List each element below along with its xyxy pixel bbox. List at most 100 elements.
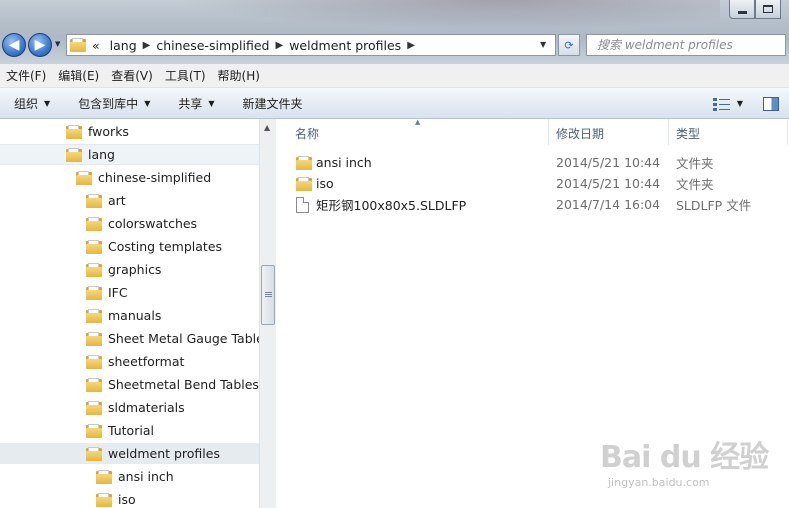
- tree-item[interactable]: graphics: [0, 259, 259, 280]
- scrollbar-thumb[interactable]: [261, 265, 275, 325]
- navigation-pane: fworks lang chinese-simplified art colorswat…: [0, 119, 276, 508]
- menu-view[interactable]: 查看(V): [105, 67, 159, 84]
- chevron-down-icon: ▼: [144, 98, 151, 108]
- navigation-scrollbar[interactable]: ▲: [259, 119, 276, 508]
- sort-ascending-icon: ▲: [415, 118, 421, 126]
- tree-item-label: Costing templates: [108, 239, 223, 254]
- tree-item-label: manuals: [108, 308, 162, 323]
- file-name: 矩形钢100x80x5.SLDLFP: [316, 198, 467, 213]
- menu-tools[interactable]: 工具(T): [159, 67, 212, 84]
- file-type: 文件夹: [676, 156, 714, 171]
- column-header-name[interactable]: 名称: [295, 123, 319, 143]
- tree-item[interactable]: chinese-simplified: [0, 167, 259, 188]
- forward-button[interactable]: ▶: [28, 33, 52, 57]
- tree-item[interactable]: iso: [0, 489, 259, 508]
- tree-item[interactable]: Tutorial: [0, 420, 259, 441]
- breadcrumb-chinese-simplified[interactable]: chinese-simplified: [156, 38, 269, 53]
- column-divider[interactable]: [548, 119, 549, 145]
- folder-icon: [96, 492, 112, 507]
- folder-icon: [86, 377, 102, 392]
- tree-item[interactable]: Sheetmetal Bend Tables: [0, 374, 259, 395]
- file-date-modified: 2014/7/14 16:04: [556, 197, 661, 212]
- maximize-button[interactable]: [755, 0, 781, 19]
- tree-item[interactable]: lang: [0, 144, 259, 165]
- folder-icon: [86, 308, 102, 323]
- column-header-type[interactable]: 类型: [676, 123, 700, 143]
- chevron-right-icon[interactable]: ▶: [276, 40, 284, 51]
- chevron-right-icon[interactable]: ▶: [407, 40, 415, 51]
- refresh-button[interactable]: ⟳: [558, 34, 580, 56]
- organize-button[interactable]: 组织 ▼: [0, 88, 64, 118]
- maximize-icon: [763, 5, 773, 13]
- breadcrumb-weldment-profiles[interactable]: weldment profiles: [289, 38, 401, 53]
- chevron-down-icon: ▼: [208, 98, 215, 108]
- change-view-icon[interactable]: [712, 97, 731, 111]
- file-name-cell[interactable]: iso: [296, 173, 334, 194]
- tree-item[interactable]: sldmaterials: [0, 397, 259, 418]
- share-label: 共享: [178, 96, 203, 111]
- tree-item[interactable]: Costing templates: [0, 236, 259, 257]
- recent-pages-dropdown[interactable]: ▼: [55, 40, 60, 48]
- column-header-date-modified[interactable]: 修改日期: [556, 123, 604, 143]
- back-arrow-icon: ◀: [8, 37, 20, 53]
- column-divider[interactable]: [787, 119, 788, 145]
- titlebar-background: [180, 0, 720, 30]
- tree-item[interactable]: IFC: [0, 282, 259, 303]
- file-name-cell[interactable]: 矩形钢100x80x5.SLDLFP: [296, 194, 466, 215]
- address-bar[interactable]: « lang ▶ chinese-simplified ▶ weldment p…: [66, 34, 556, 56]
- tree-item[interactable]: colorswatches: [0, 213, 259, 234]
- tree-item-label: sheetformat: [108, 354, 185, 369]
- command-toolbar: 组织 ▼ 包含到库中 ▼ 共享 ▼ 新建文件夹 ▼: [0, 88, 789, 119]
- address-overflow[interactable]: «: [92, 38, 100, 53]
- tree-item-label: Sheetmetal Bend Tables: [108, 377, 259, 392]
- file-date-modified: 2014/5/21 10:44: [556, 155, 661, 170]
- new-folder-button[interactable]: 新建文件夹: [229, 88, 317, 118]
- file-row[interactable]: iso 2014/5/21 10:44 文件夹: [277, 173, 789, 194]
- minimize-button[interactable]: [729, 0, 755, 19]
- tree-item-label: chinese-simplified: [98, 170, 212, 185]
- folder-icon: [66, 147, 82, 162]
- tree-item[interactable]: weldment profiles: [0, 443, 259, 464]
- tree-item[interactable]: Sheet Metal Gauge Tables: [0, 328, 270, 349]
- file-name-cell[interactable]: ansi inch: [296, 152, 372, 173]
- breadcrumb-lang[interactable]: lang: [110, 38, 137, 53]
- folder-icon: [296, 155, 312, 170]
- menu-file[interactable]: 文件(F): [0, 67, 52, 84]
- tree-item[interactable]: fworks: [0, 121, 259, 142]
- search-input[interactable]: 搜索 weldment profiles: [586, 34, 786, 56]
- refresh-icon: ⟳: [564, 38, 574, 52]
- tree-item-label: fworks: [88, 124, 129, 139]
- folder-icon: [86, 354, 102, 369]
- file-row[interactable]: ansi inch 2014/5/21 10:44 文件夹: [277, 152, 789, 173]
- folder-icon: [86, 262, 102, 277]
- document-icon: [296, 196, 309, 213]
- folder-icon: [86, 285, 102, 300]
- preview-pane-icon[interactable]: [763, 96, 779, 111]
- column-divider[interactable]: [668, 119, 669, 145]
- folder-icon: [96, 469, 112, 484]
- tree-item[interactable]: manuals: [0, 305, 259, 326]
- address-history-dropdown[interactable]: ▼: [540, 40, 546, 49]
- share-button[interactable]: 共享 ▼: [164, 88, 228, 118]
- file-type: 文件夹: [676, 177, 714, 192]
- tree-item-label: iso: [118, 492, 136, 507]
- tree-item-label: graphics: [108, 262, 162, 277]
- back-button[interactable]: ◀: [2, 33, 26, 57]
- menu-edit[interactable]: 编辑(E): [52, 67, 105, 84]
- folder-icon: [86, 423, 102, 438]
- file-name: ansi inch: [316, 155, 372, 170]
- file-row[interactable]: 矩形钢100x80x5.SLDLFP 2014/7/14 16:04 SLDLFP …: [277, 194, 789, 215]
- tree-item[interactable]: sheetformat: [0, 351, 259, 372]
- include-in-library-label: 包含到库中: [78, 96, 139, 111]
- minimize-icon: [737, 10, 747, 14]
- scroll-up-icon[interactable]: ▲: [264, 123, 270, 132]
- view-options-dropdown[interactable]: ▼: [737, 99, 743, 108]
- menu-bar: 文件(F) 编辑(E) 查看(V) 工具(T) 帮助(H): [0, 64, 789, 88]
- tree-item[interactable]: ansi inch: [0, 466, 259, 487]
- folder-icon: [86, 446, 102, 461]
- folder-icon: [296, 176, 312, 191]
- chevron-right-icon[interactable]: ▶: [143, 40, 151, 51]
- include-in-library-button[interactable]: 包含到库中 ▼: [64, 88, 164, 118]
- menu-help[interactable]: 帮助(H): [212, 67, 266, 84]
- tree-item[interactable]: art: [0, 190, 259, 211]
